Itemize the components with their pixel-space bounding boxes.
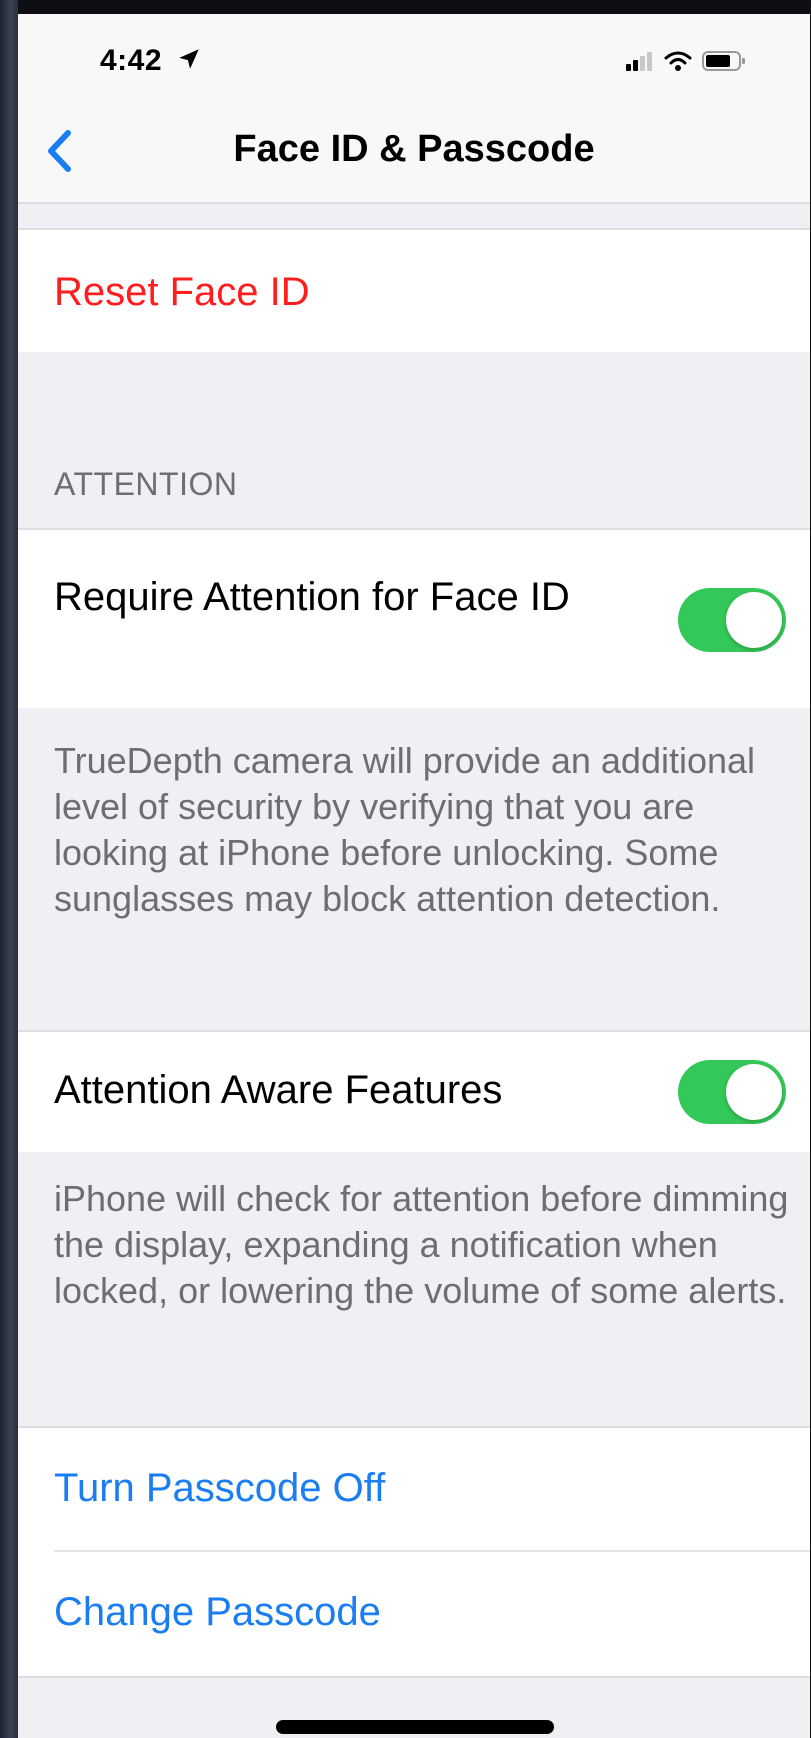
battery-icon: [702, 51, 745, 71]
status-bar: 4:42: [18, 14, 810, 104]
change-passcode-button[interactable]: Change Passcode: [18, 1552, 810, 1676]
toggle-knob: [726, 1064, 782, 1120]
turn-passcode-off-label: Turn Passcode Off: [54, 1466, 386, 1510]
passcode-group: Turn Passcode Off Change Passcode: [18, 1428, 810, 1676]
status-time: 4:42: [100, 44, 163, 77]
settings-screen: 4:42 Face ID & Passcode Reset Face ID AT…: [18, 14, 810, 1738]
wifi-icon: [664, 51, 692, 71]
reset-face-id-button[interactable]: Reset Face ID: [18, 230, 810, 352]
attention-aware-label: Attention Aware Features: [54, 1068, 503, 1112]
reset-face-id-label: Reset Face ID: [54, 270, 310, 314]
section-header-attention: ATTENTION: [54, 466, 238, 502]
phone-bezel-left: [0, 0, 18, 1738]
attention-aware-row: Attention Aware Features: [18, 1032, 810, 1152]
toggle-knob: [726, 592, 782, 648]
divider: [18, 1676, 810, 1678]
attention-aware-toggle[interactable]: [678, 1060, 786, 1124]
change-passcode-label: Change Passcode: [54, 1590, 381, 1634]
require-attention-label: Require Attention for Face ID: [54, 575, 570, 619]
cellular-signal-icon: [626, 52, 652, 71]
require-attention-toggle[interactable]: [678, 588, 786, 652]
turn-passcode-off-button[interactable]: Turn Passcode Off: [18, 1428, 810, 1552]
status-icons: [626, 50, 746, 72]
attention-aware-footer: iPhone will check for attention before d…: [54, 1178, 789, 1311]
navigation-bar: Face ID & Passcode: [18, 104, 810, 204]
phone-bezel-top: [0, 0, 811, 14]
require-attention-footer: TrueDepth camera will provide an additio…: [54, 740, 756, 919]
page-title: Face ID & Passcode: [233, 128, 595, 170]
require-attention-row: Require Attention for Face ID: [18, 530, 810, 708]
home-indicator[interactable]: [276, 1720, 554, 1734]
location-arrow-icon: [179, 49, 199, 69]
